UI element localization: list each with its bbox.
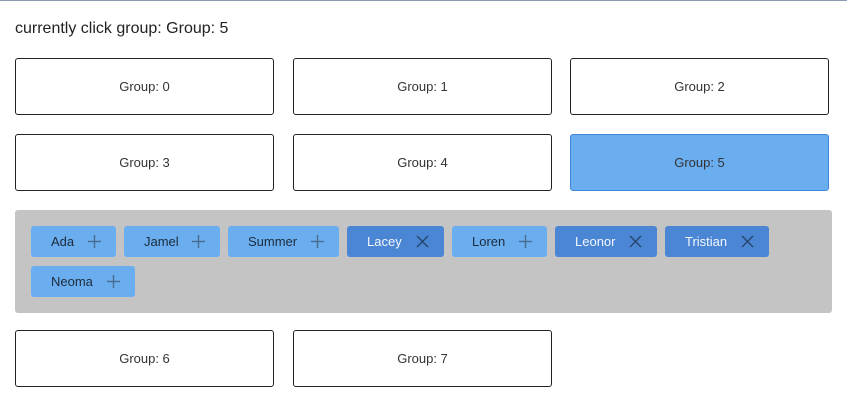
group-button-6[interactable]: Group: 6 [15,330,274,387]
member-name: Neoma [51,274,93,289]
member-chip-jamel[interactable]: Jamel [124,226,220,257]
member-name: Loren [472,234,506,249]
close-icon [629,235,642,248]
group-button-0[interactable]: Group: 0 [15,58,274,115]
member-chip-tristian[interactable]: Tristian [665,226,769,257]
member-chip-lacey[interactable]: Lacey [347,226,444,257]
member-name: Tristian [685,234,728,249]
members-panel: Ada Jamel Summer Lacey Loren Leonor Tris… [15,210,832,313]
group-button-4[interactable]: Group: 4 [293,134,552,191]
plus-icon [192,235,205,248]
close-icon [741,235,754,248]
member-chip-ada[interactable]: Ada [31,226,116,257]
member-chip-summer[interactable]: Summer [228,226,339,257]
plus-icon [311,235,324,248]
plus-icon [88,235,101,248]
group-button-2[interactable]: Group: 2 [570,58,829,115]
member-chip-loren[interactable]: Loren [452,226,547,257]
group-button-3[interactable]: Group: 3 [15,134,274,191]
member-chip-leonor[interactable]: Leonor [555,226,657,257]
member-name: Ada [51,234,75,249]
page: currently click group: Group: 5 Group: 0… [0,0,847,409]
member-name: Leonor [575,234,616,249]
group-button-5[interactable]: Group: 5 [570,134,829,191]
plus-icon [107,275,120,288]
member-name: Jamel [144,234,179,249]
plus-icon [519,235,532,248]
member-name: Lacey [367,234,402,249]
group-button-7[interactable]: Group: 7 [293,330,552,387]
member-name: Summer [248,234,298,249]
member-chip-neoma[interactable]: Neoma [31,266,135,297]
current-group-status: currently click group: Group: 5 [15,20,229,37]
group-button-1[interactable]: Group: 1 [293,58,552,115]
close-icon [416,235,429,248]
